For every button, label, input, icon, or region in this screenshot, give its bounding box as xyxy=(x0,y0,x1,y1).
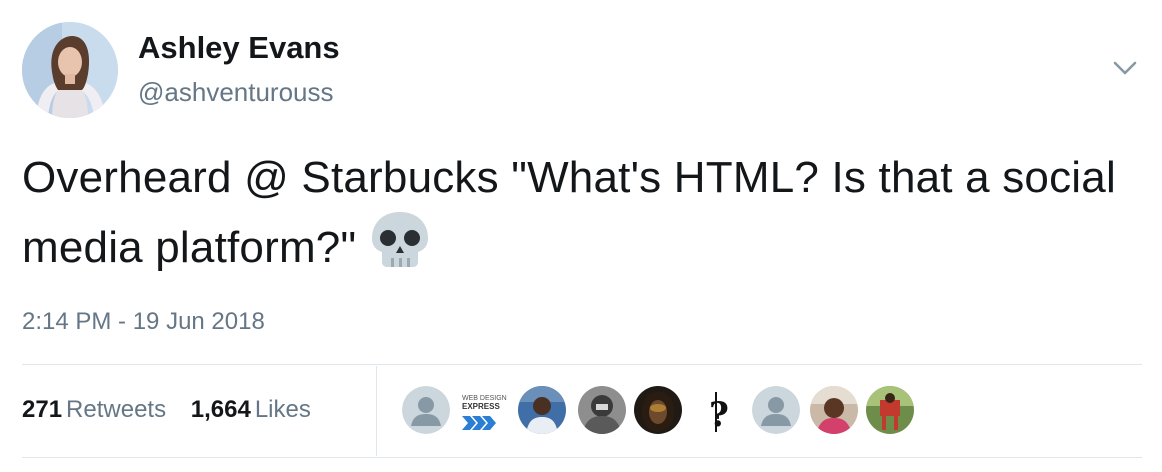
stats-separator xyxy=(376,366,377,456)
user-avatar-photo[interactable] xyxy=(866,386,914,434)
divider xyxy=(22,364,1142,365)
tweet-card: Ashley Evans @ashventurouss Overheard @ … xyxy=(0,0,1162,472)
author-avatar[interactable] xyxy=(22,22,118,118)
likes-stat[interactable]: 1,664 Likes xyxy=(191,396,311,423)
retweets-stat[interactable]: 271 Retweets xyxy=(22,396,166,423)
retweets-count: 271 xyxy=(22,396,63,423)
likes-count: 1,664 xyxy=(190,396,251,423)
user-avatar-photo[interactable] xyxy=(634,386,682,434)
retweets-label: Retweets xyxy=(66,396,167,423)
author-handle[interactable]: @ashventurouss xyxy=(138,77,334,108)
web-design-express-logo[interactable]: WEB DESIGN EXPRESS xyxy=(458,386,507,434)
logo-line1: WEB DESIGN xyxy=(462,395,507,402)
tweet-text: Overheard @ Starbucks "What's HTML? Is t… xyxy=(22,153,1116,272)
default-avatar-icon[interactable] xyxy=(752,386,800,434)
default-avatar-icon[interactable] xyxy=(402,386,450,434)
author-name[interactable]: Ashley Evans xyxy=(138,30,340,66)
tweet-stats: 271 Retweets 1,664 Likes xyxy=(22,396,329,424)
tweet-text-container: Overheard @ Starbucks "What's HTML? Is t… xyxy=(22,146,1132,280)
divider xyxy=(22,457,1142,458)
user-avatar-photo[interactable] xyxy=(518,386,566,434)
svg-text:?: ? xyxy=(709,395,729,434)
skull-emoji-icon xyxy=(370,210,430,268)
likes-label: Likes xyxy=(254,396,311,423)
tweet-timestamp[interactable]: 2:14 PM - 19 Jun 2018 xyxy=(22,308,265,336)
user-avatar-photo[interactable] xyxy=(810,386,858,434)
dollar-question-mark-icon[interactable]: ? xyxy=(694,386,742,434)
user-avatar-photo[interactable] xyxy=(578,386,626,434)
logo-line2: EXPRESS xyxy=(462,402,500,411)
chevron-down-icon[interactable] xyxy=(1110,56,1140,80)
